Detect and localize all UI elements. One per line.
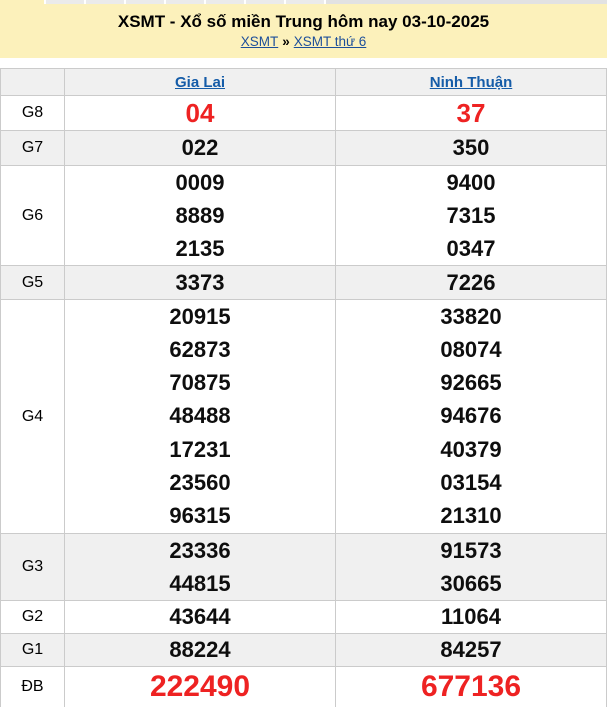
result-number: 0009 <box>176 172 225 194</box>
prize-column-header <box>1 69 65 95</box>
table-row-db: ĐB 222490 677136 <box>1 667 606 707</box>
result-number: 88224 <box>169 639 230 661</box>
tab-top <box>286 0 324 4</box>
table-row-g2: G2 43644 11064 <box>1 601 606 634</box>
column-link-gia-lai[interactable]: Gia Lai <box>175 74 225 91</box>
page-title: XSMT - Xổ số miền Trung hôm nay 03-10-20… <box>0 13 607 32</box>
cell-db-gia-lai: 222490 <box>65 667 336 707</box>
result-number: 23560 <box>169 472 230 494</box>
prize-label-g7: G7 <box>1 131 65 165</box>
result-number: 9400 <box>447 172 496 194</box>
column-link-ninh-thuan[interactable]: Ninh Thuận <box>430 74 513 91</box>
cell-g2-gia-lai: 43644 <box>65 601 336 633</box>
page-header: XSMT - Xổ số miền Trung hôm nay 03-10-20… <box>0 4 607 58</box>
cell-g3-gia-lai: 23336 44815 <box>65 534 336 600</box>
result-number: 48488 <box>169 405 230 427</box>
result-number: 8889 <box>176 205 225 227</box>
browser-tab-strip <box>0 0 607 4</box>
result-number: 0347 <box>447 238 496 260</box>
cell-g5-ninh-thuan: 7226 <box>336 266 606 299</box>
prize-label-g8: G8 <box>1 96 65 130</box>
prize-label-db: ĐB <box>1 667 65 707</box>
prize-label-g5: G5 <box>1 266 65 299</box>
result-number: 30665 <box>440 573 501 595</box>
result-number: 62873 <box>169 339 230 361</box>
prize-label-g1: G1 <box>1 634 65 666</box>
breadcrumb: XSMT» XSMT thứ 6 <box>0 34 607 49</box>
result-number: 08074 <box>440 339 501 361</box>
result-number: 11064 <box>441 606 501 628</box>
result-number: 96315 <box>169 505 230 527</box>
tab-top <box>126 0 164 4</box>
cell-g2-ninh-thuan: 11064 <box>336 601 606 633</box>
table-row-g7: G7 022 350 <box>1 131 606 166</box>
table-row-g4: G4 20915 62873 70875 48488 17231 23560 9… <box>1 300 606 534</box>
table-header-row: Gia Lai Ninh Thuận <box>1 69 606 96</box>
result-number: 94676 <box>440 405 501 427</box>
tab-top-active <box>0 0 44 4</box>
result-number: 7226 <box>447 272 496 294</box>
result-number: 3373 <box>176 272 225 294</box>
cell-g8-ninh-thuan: 37 <box>336 96 606 130</box>
cell-g7-ninh-thuan: 350 <box>336 131 606 165</box>
cell-g1-gia-lai: 88224 <box>65 634 336 666</box>
result-number: 20915 <box>169 306 230 328</box>
cell-g6-gia-lai: 0009 8889 2135 <box>65 166 336 265</box>
tab-top <box>246 0 284 4</box>
result-number: 43644 <box>169 606 230 628</box>
result-number: 92665 <box>440 372 501 394</box>
prize-label-g6: G6 <box>1 166 65 265</box>
table-row-g5: G5 3373 7226 <box>1 266 606 300</box>
cell-g6-ninh-thuan: 9400 7315 0347 <box>336 166 606 265</box>
prize-label-g4: G4 <box>1 300 65 533</box>
lottery-results-table: Gia Lai Ninh Thuận G8 04 37 G7 022 350 G… <box>0 68 607 707</box>
result-number: 03154 <box>440 472 501 494</box>
result-number-jackpot: 222490 <box>150 672 250 702</box>
tab-bar-empty-area <box>326 0 607 4</box>
result-number: 23336 <box>169 540 230 562</box>
result-number-jackpot: 677136 <box>421 672 521 702</box>
cell-g5-gia-lai: 3373 <box>65 266 336 299</box>
cell-g4-gia-lai: 20915 62873 70875 48488 17231 23560 9631… <box>65 300 336 533</box>
breadcrumb-separator: » <box>282 34 290 49</box>
cell-g3-ninh-thuan: 91573 30665 <box>336 534 606 600</box>
header-cell-ninh-thuan: Ninh Thuận <box>336 69 606 95</box>
result-number: 21310 <box>440 505 501 527</box>
header-cell-gia-lai: Gia Lai <box>65 69 336 95</box>
cell-db-ninh-thuan: 677136 <box>336 667 606 707</box>
breadcrumb-link-xsmt[interactable]: XSMT <box>241 34 279 49</box>
tab-top <box>206 0 244 4</box>
result-number: 022 <box>182 137 219 159</box>
tab-top <box>46 0 84 4</box>
table-row-g3: G3 23336 44815 91573 30665 <box>1 534 606 601</box>
prize-label-g3: G3 <box>1 534 65 600</box>
table-row-g8: G8 04 37 <box>1 96 606 131</box>
cell-g1-ninh-thuan: 84257 <box>336 634 606 666</box>
result-number: 40379 <box>440 439 501 461</box>
result-number: 84257 <box>440 639 501 661</box>
breadcrumb-link-xsmt-thu-6[interactable]: XSMT thứ 6 <box>294 34 367 49</box>
cell-g7-gia-lai: 022 <box>65 131 336 165</box>
cell-g8-gia-lai: 04 <box>65 96 336 130</box>
result-number: 70875 <box>169 372 230 394</box>
result-number: 44815 <box>169 573 230 595</box>
result-number: 350 <box>453 137 490 159</box>
result-number: 17231 <box>169 439 230 461</box>
tab-top <box>166 0 204 4</box>
result-number: 04 <box>186 100 215 126</box>
result-number: 37 <box>457 100 486 126</box>
tab-top <box>86 0 124 4</box>
result-number: 33820 <box>440 306 501 328</box>
result-number: 7315 <box>447 205 496 227</box>
table-row-g6: G6 0009 8889 2135 9400 7315 0347 <box>1 166 606 266</box>
result-number: 2135 <box>176 238 225 260</box>
result-number: 91573 <box>440 540 501 562</box>
table-row-g1: G1 88224 84257 <box>1 634 606 667</box>
prize-label-g2: G2 <box>1 601 65 633</box>
cell-g4-ninh-thuan: 33820 08074 92665 94676 40379 03154 2131… <box>336 300 606 533</box>
